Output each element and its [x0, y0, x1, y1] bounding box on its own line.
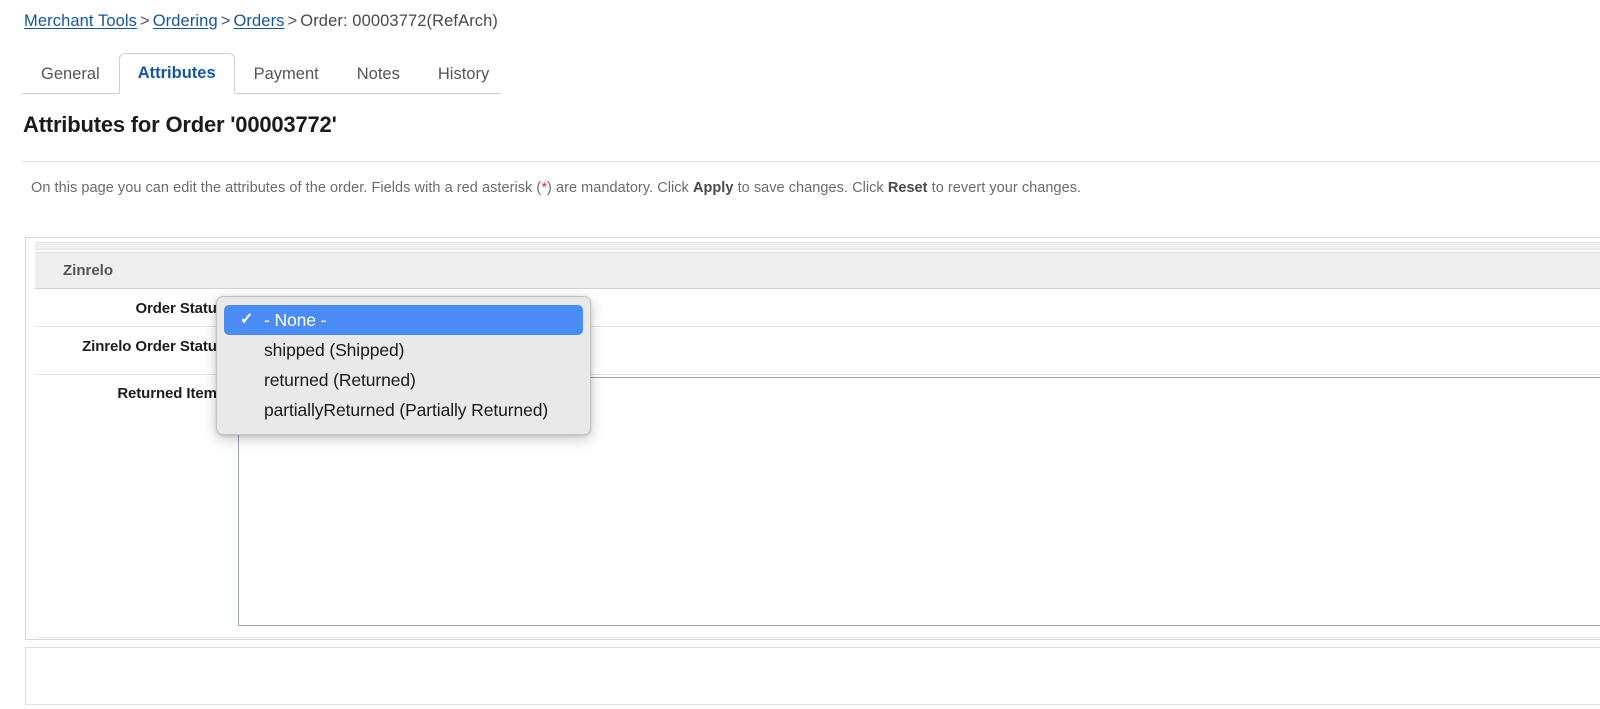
dropdown-option-partially-returned[interactable]: partiallyReturned (Partially Returned): [217, 395, 590, 425]
breadcrumb-separator-1: >: [139, 12, 150, 30]
checkmark-icon: ✓: [240, 311, 254, 328]
breadcrumb-separator-2: >: [220, 12, 231, 30]
label-zinrelo-order-status: Zinrelo Order Status:: [82, 338, 230, 355]
tab-bar: General Attributes Payment Notes History: [22, 46, 500, 94]
attribute-group-header: Zinrelo: [35, 252, 1600, 289]
dropdown-option-partially-returned-label: partiallyReturned (Partially Returned): [264, 400, 549, 420]
page-title: Attributes for Order '00003772': [23, 112, 337, 137]
breadcrumb-link-orders[interactable]: Orders: [233, 12, 284, 30]
instructions-part-2: ) are mandatory. Click: [547, 180, 693, 196]
instructions-part-4: to revert your changes.: [927, 180, 1082, 196]
attribute-group-title: Zinrelo: [63, 262, 114, 279]
dropdown-option-shipped[interactable]: shipped (Shipped): [217, 335, 590, 365]
row-divider-3: [35, 637, 1600, 638]
dropdown-option-none-label: - None -: [264, 310, 327, 330]
tab-general[interactable]: General: [22, 54, 119, 94]
apply-keyword: Apply: [692, 180, 734, 196]
dropdown-option-returned-label: returned (Returned): [264, 370, 416, 390]
label-order-status: Order Status:: [135, 300, 230, 317]
breadcrumb-separator-3: >: [287, 12, 298, 30]
breadcrumb-link-merchant-tools[interactable]: Merchant Tools: [24, 12, 137, 30]
tab-notes[interactable]: Notes: [338, 54, 419, 94]
breadcrumb-link-ordering[interactable]: Ordering: [153, 12, 218, 30]
tab-history[interactable]: History: [419, 54, 508, 94]
dropdown-option-returned[interactable]: returned (Returned): [217, 365, 590, 395]
breadcrumb: Merchant Tools > Ordering > Orders > Order: 00…: [24, 12, 498, 31]
form-footer: [25, 647, 1600, 704]
title-divider: [22, 161, 1600, 162]
page-instructions: On this page you can edit the attributes…: [31, 180, 1081, 196]
attributes-page: Merchant Tools > Ordering > Orders > Order: 00…: [0, 0, 1600, 709]
order-status-dropdown-menu[interactable]: ✓ - None - shipped (Shipped) returned (R…: [216, 296, 591, 435]
tab-attributes[interactable]: Attributes: [118, 53, 235, 94]
label-returned-items: Returned Items:: [117, 385, 230, 402]
dropdown-option-shipped-label: shipped (Shipped): [264, 340, 405, 360]
reset-keyword: Reset: [887, 180, 928, 196]
breadcrumb-current-order: Order: 00003772(RefArch): [300, 12, 499, 30]
instructions-part-1: On this page you can edit the attributes…: [31, 180, 542, 196]
dropdown-option-none[interactable]: ✓ - None -: [224, 305, 583, 335]
instructions-part-3: to save changes. Click: [733, 180, 888, 196]
panel-top-strip: [35, 242, 1600, 250]
footer-divider: [25, 704, 1600, 705]
tab-payment[interactable]: Payment: [235, 54, 338, 94]
